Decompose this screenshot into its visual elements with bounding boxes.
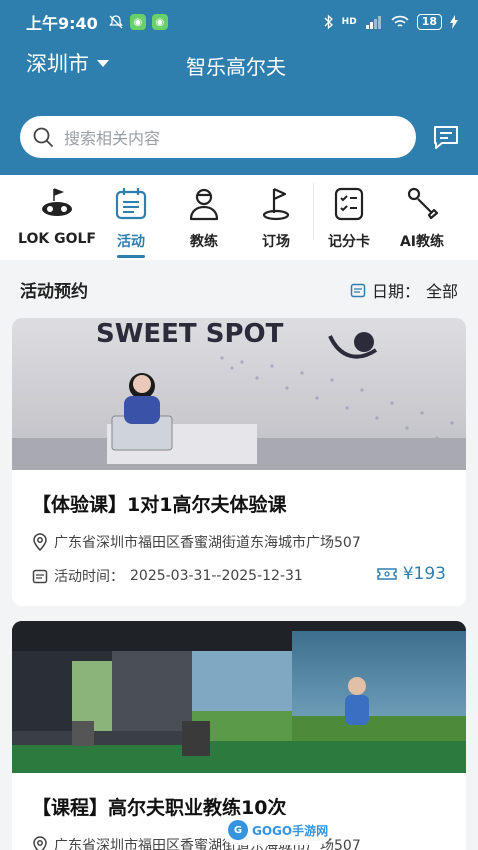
nav-label-coach: 教练 [190,234,218,250]
caret-down-icon [97,59,109,67]
section-title: 活动预约 [20,282,88,302]
city-label: 深圳市 [26,52,89,76]
scorecard-icon [334,187,364,221]
location-pin-icon [33,836,47,850]
nav-label-ai-coach: AI教练 [399,234,445,250]
nav-item-booking[interactable]: 订场 [241,185,311,251]
watermark-logo: G [228,820,248,840]
app-title: 智乐高尔夫 [186,55,286,79]
nav-label-booking: 订场 [262,234,290,250]
wechat-notification-icon: ◉ [129,14,146,30]
ticket-icon [376,568,397,580]
nav-item-activity[interactable]: 活动 [96,185,166,251]
charging-icon [450,15,458,29]
flag-icon [262,187,290,221]
nav-label-activity: 活动 [117,234,145,250]
golf-club-icon [407,187,439,220]
battery-indicator: 18 [416,14,442,30]
search-placeholder: 搜索相关内容 [64,129,161,148]
wechat-notification-icon-2: ◉ [151,14,168,30]
nav-item-lok-golf[interactable]: LOK GOLF [18,185,96,247]
card-time-value: 2025-03-31--2025-12-31 [130,568,303,584]
wifi-icon [391,15,409,27]
status-bar: 上午9:40 ◉ ◉ HD 18 [26,10,458,34]
network-label: HD [341,17,357,27]
search-bar[interactable]: 搜索相关内容 [20,116,416,158]
calendar-small-icon [32,569,48,584]
watermark: G GOGO手游网 [222,815,332,845]
activity-card[interactable]: SWEET SPOT 【体验课】1对1高尔夫体验课 广东省深圳市福田区香蜜湖街道… [12,318,466,606]
watermark-text: GOGO手游网 [252,823,329,838]
date-filter-value: 全部 [425,282,458,301]
nav-item-ai-coach[interactable]: AI教练 [387,185,457,251]
location-pin-icon [33,533,47,551]
activity-photo [12,621,466,773]
date-filter-label: 日期： [371,282,420,301]
app-header: 上午9:40 ◉ ◉ HD 18 深圳市 智乐高尔夫 搜索相关内容 [0,0,478,175]
card-price-value: ¥193 [402,564,446,584]
category-nav: LOK GOLF 活动 教练 订场 记分卡 AI教练 [0,175,478,260]
nav-label-scorecard: 记分卡 [328,234,370,250]
card-address: 广东省深圳市福田区香蜜湖街道东海城市广场507 [32,532,361,552]
card-title: 【体验课】1对1高尔夫体验课 [32,494,287,516]
card-time-label: 活动时间： [54,569,124,585]
mute-bell-icon [109,15,123,29]
bluetooth-icon [324,14,333,30]
city-selector[interactable]: 深圳市 [26,48,109,78]
activity-photo: SWEET SPOT [12,318,466,470]
nav-label-lok-golf: LOK GOLF [18,231,96,247]
nav-item-scorecard[interactable]: 记分卡 [314,185,384,251]
signal-icon [365,16,381,29]
active-tab-indicator [117,255,145,258]
search-icon [33,127,53,147]
date-filter[interactable]: 日期： 全部 [350,278,458,302]
calendar-small-icon [350,283,366,298]
card-address-text: 广东省深圳市福田区香蜜湖街道东海城市广场507 [54,535,361,551]
section-header: 活动预约 日期： 全部 [0,262,478,314]
status-time: 上午9:40 [26,14,98,33]
coach-icon [189,188,219,221]
photo-sign-text: SWEET SPOT [96,319,284,349]
golf-cart-icon [42,188,72,216]
card-time: 活动时间： 2025-03-31--2025-12-31 [32,566,303,586]
calendar-icon [115,188,147,220]
card-price: ¥193 [376,564,446,584]
message-icon[interactable] [432,124,460,150]
nav-item-coach[interactable]: 教练 [169,185,239,251]
